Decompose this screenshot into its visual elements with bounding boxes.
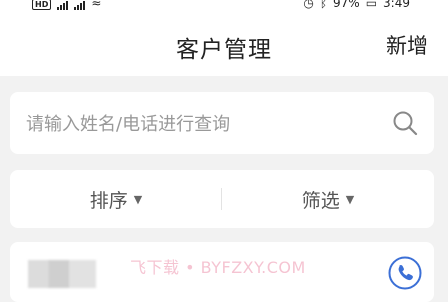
clock: 3:49 xyxy=(383,0,410,10)
signal-icon-2 xyxy=(74,0,86,10)
phone-icon[interactable] xyxy=(388,256,422,290)
search-box xyxy=(10,92,434,156)
status-bar: HD ≈ ◷ ᛒ 97% ▭ 3:49 xyxy=(0,0,448,14)
signal-icon xyxy=(57,0,69,10)
bluetooth-icon: ᛒ xyxy=(319,0,328,10)
alarm-icon: ◷ xyxy=(303,0,314,10)
caret-down-icon: ▼ xyxy=(133,192,143,206)
customer-card[interactable]: 飞下载 • BYFZXY.COM xyxy=(10,242,434,302)
filter-bar: 排序 ▼ 筛选 ▼ xyxy=(10,170,434,228)
hd-badge: HD xyxy=(32,0,52,10)
blurred-name xyxy=(28,260,96,288)
sort-label: 排序 xyxy=(89,189,128,212)
wifi-icon: ≈ xyxy=(91,0,102,10)
watermark-text: 飞下载 • BYFZXY.COM xyxy=(130,258,306,277)
page-title: 客户管理 xyxy=(176,37,272,63)
app-header: 客户管理 新增 xyxy=(0,14,448,76)
filter-button[interactable]: 筛选 ▼ xyxy=(222,170,434,228)
caret-down-icon: ▼ xyxy=(345,192,355,206)
sort-button[interactable]: 排序 ▼ xyxy=(10,170,222,228)
battery-percent: 97% xyxy=(333,0,360,10)
search-input[interactable] xyxy=(24,92,378,156)
filter-label: 筛选 xyxy=(301,189,340,212)
battery-icon: ▭ xyxy=(365,0,378,10)
add-customer-button[interactable]: 新增 xyxy=(386,30,428,60)
search-icon[interactable] xyxy=(392,110,418,136)
